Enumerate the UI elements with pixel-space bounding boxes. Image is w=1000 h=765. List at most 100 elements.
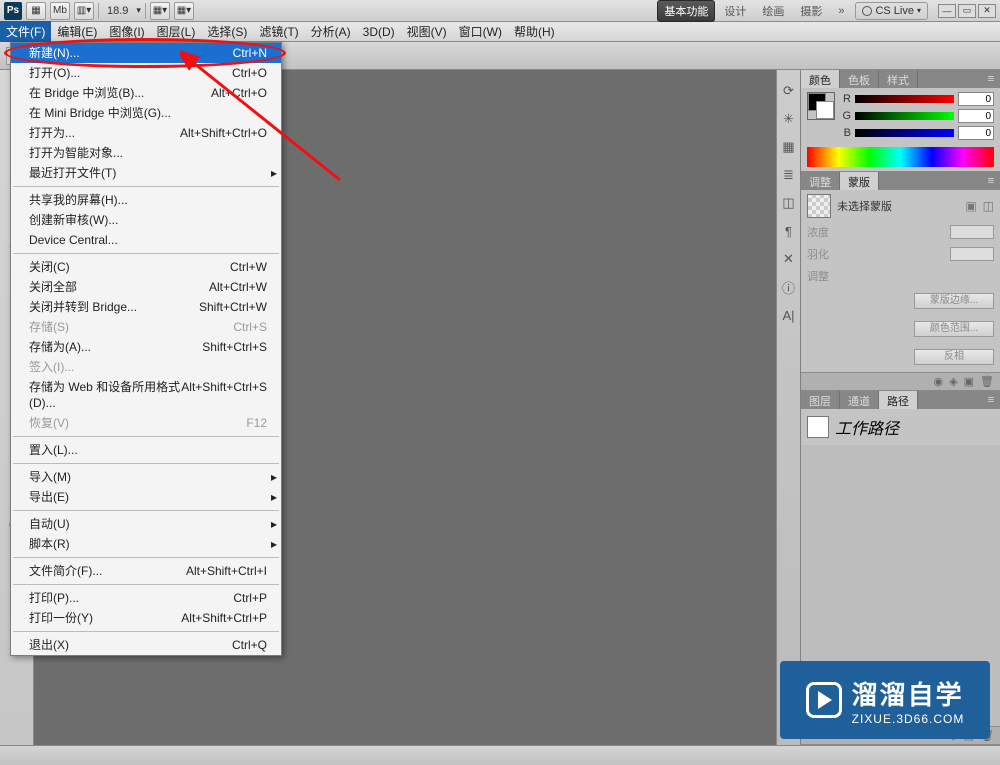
toolbar-button[interactable]: Mb bbox=[50, 2, 70, 20]
menu-item[interactable]: 共享我的屏幕(H)... bbox=[11, 190, 281, 210]
tab-color[interactable]: 颜色 bbox=[801, 70, 840, 88]
menu-file[interactable]: 文件(F) bbox=[0, 21, 51, 42]
footer-icon[interactable]: ▣ bbox=[964, 375, 974, 388]
menu-filter[interactable]: 滤镜(T) bbox=[253, 21, 304, 42]
color-spectrum[interactable] bbox=[807, 147, 994, 167]
tab-adjust[interactable]: 调整 bbox=[801, 172, 840, 190]
menu-view[interactable]: 视图(V) bbox=[401, 21, 453, 42]
color-panel: 颜色 色板 样式 ≡ R G B bbox=[801, 70, 1000, 172]
tab-styles[interactable]: 样式 bbox=[879, 70, 918, 88]
menu-item[interactable]: Device Central... bbox=[11, 230, 281, 250]
menu-item[interactable]: 签入(I)... bbox=[11, 357, 281, 377]
input-g[interactable] bbox=[958, 109, 994, 123]
dock-icon-tools[interactable]: ✕ bbox=[780, 250, 798, 268]
tab-paths[interactable]: 路径 bbox=[879, 391, 918, 409]
dock-icon-swatches[interactable]: ▦ bbox=[780, 138, 798, 156]
menu-item[interactable]: 导入(M)▸ bbox=[11, 467, 281, 487]
menu-layer[interactable]: 图层(L) bbox=[151, 21, 202, 42]
footer-icon[interactable]: ◈ bbox=[949, 375, 957, 388]
menu-analysis[interactable]: 分析(A) bbox=[305, 21, 357, 42]
panel-menu-icon[interactable]: ≡ bbox=[982, 70, 1000, 88]
menu-item[interactable]: 打开为智能对象... bbox=[11, 143, 281, 163]
menu-item[interactable]: 退出(X)Ctrl+Q bbox=[11, 635, 281, 655]
maximize-button[interactable]: ▭ bbox=[958, 4, 976, 18]
dock-icon-char[interactable]: A| bbox=[780, 306, 798, 324]
menu-item[interactable]: 创建新审核(W)... bbox=[11, 210, 281, 230]
menu-image[interactable]: 图像(I) bbox=[103, 21, 150, 42]
mask-edge-button[interactable]: 蒙版边缘... bbox=[914, 293, 994, 309]
dock-icon-history[interactable]: ⟳ bbox=[780, 82, 798, 100]
title-bar: Ps ▦ Mb ▥▾ 18.9▾ ▦▾ ▦▾ 基本功能 设计 绘画 摄影 » C… bbox=[0, 0, 1000, 22]
slider-r[interactable] bbox=[855, 95, 954, 103]
color-swatch[interactable] bbox=[807, 92, 835, 120]
menu-item[interactable]: 在 Bridge 中浏览(B)...Alt+Ctrl+O bbox=[11, 83, 281, 103]
dock-icon-layers[interactable]: ◫ bbox=[780, 194, 798, 212]
menu-item[interactable]: 置入(L)... bbox=[11, 440, 281, 460]
toolbar-button[interactable]: ▥▾ bbox=[74, 2, 94, 20]
input-b[interactable] bbox=[958, 126, 994, 140]
tab-layers[interactable]: 图层 bbox=[801, 391, 840, 409]
menu-select[interactable]: 选择(S) bbox=[201, 21, 253, 42]
panel-menu-icon[interactable]: ≡ bbox=[982, 172, 1000, 190]
menu-item[interactable]: 存储(S)Ctrl+S bbox=[11, 317, 281, 337]
channel-g-label: G bbox=[841, 110, 851, 122]
menu-item[interactable]: 脚本(R)▸ bbox=[11, 534, 281, 554]
tab-channels[interactable]: 通道 bbox=[840, 391, 879, 409]
feather-value[interactable] bbox=[950, 247, 994, 261]
invert-button[interactable]: 反相 bbox=[914, 349, 994, 365]
menu-window[interactable]: 窗口(W) bbox=[453, 21, 508, 42]
dock-icon-style[interactable]: ≣ bbox=[780, 166, 798, 184]
dock-icon-info[interactable]: ⓘ bbox=[780, 278, 798, 296]
menu-item[interactable]: 存储为(A)...Shift+Ctrl+S bbox=[11, 337, 281, 357]
tab-mask[interactable]: 蒙版 bbox=[840, 172, 879, 190]
slider-g[interactable] bbox=[855, 112, 954, 120]
workspace-tab[interactable]: 基本功能 bbox=[657, 0, 715, 22]
dock-icon-paragraph[interactable]: ¶ bbox=[780, 222, 798, 240]
workspace-more[interactable]: » bbox=[831, 2, 851, 20]
menu-item[interactable]: 存储为 Web 和设备所用格式(D)...Alt+Shift+Ctrl+S bbox=[11, 377, 281, 413]
footer-icon[interactable]: ◉ bbox=[934, 375, 944, 388]
menu-item[interactable]: 自动(U)▸ bbox=[11, 514, 281, 534]
workspace-tab[interactable]: 摄影 bbox=[793, 0, 829, 22]
panel-menu-icon[interactable]: ≡ bbox=[982, 391, 1000, 409]
cs-live-button[interactable]: CS Live▾ bbox=[855, 2, 928, 20]
dock-icon-brush[interactable]: ✳ bbox=[780, 110, 798, 128]
menu-help[interactable]: 帮助(H) bbox=[508, 21, 561, 42]
mask-panel: 调整 蒙版 ≡ 未选择蒙版 ▣◫ 浓度 羽化 调整 蒙版边缘... 颜色范围..… bbox=[801, 172, 1000, 391]
menu-item[interactable]: 新建(N)...Ctrl+N bbox=[11, 43, 281, 63]
collapsed-dock: ⟳ ✳ ▦ ≣ ◫ ¶ ✕ ⓘ A| bbox=[776, 70, 800, 745]
menu-edit[interactable]: 编辑(E) bbox=[51, 21, 103, 42]
color-range-button[interactable]: 颜色范围... bbox=[914, 321, 994, 337]
menu-item[interactable]: 导出(E)▸ bbox=[11, 487, 281, 507]
tab-swatches[interactable]: 色板 bbox=[840, 70, 879, 88]
toolbar-button[interactable]: ▦ bbox=[26, 2, 46, 20]
menu-item[interactable]: 关闭(C)Ctrl+W bbox=[11, 257, 281, 277]
slider-b[interactable] bbox=[855, 129, 954, 137]
menu-item[interactable]: 关闭全部Alt+Ctrl+W bbox=[11, 277, 281, 297]
toolbar-button[interactable]: ▦▾ bbox=[174, 2, 194, 20]
path-item[interactable]: 工作路径 bbox=[801, 409, 1000, 445]
menu-item[interactable]: 恢复(V)F12 bbox=[11, 413, 281, 433]
close-button[interactable]: ✕ bbox=[978, 4, 996, 18]
menu-item[interactable]: 文件简介(F)...Alt+Shift+Ctrl+I bbox=[11, 561, 281, 581]
menu-item[interactable]: 最近打开文件(T)▸ bbox=[11, 163, 281, 183]
workspace-tab[interactable]: 绘画 bbox=[755, 0, 791, 22]
vector-mask-icon[interactable]: ◫ bbox=[983, 199, 994, 213]
menu-item[interactable]: 打开为...Alt+Shift+Ctrl+O bbox=[11, 123, 281, 143]
toolbar-button[interactable]: ▦▾ bbox=[150, 2, 170, 20]
pixel-mask-icon[interactable]: ▣ bbox=[965, 199, 976, 213]
adjust-label: 调整 bbox=[807, 268, 829, 284]
workspace-tab[interactable]: 设计 bbox=[717, 0, 753, 22]
input-r[interactable] bbox=[958, 92, 994, 106]
density-value[interactable] bbox=[950, 225, 994, 239]
menu-item[interactable]: 打印一份(Y)Alt+Shift+Ctrl+P bbox=[11, 608, 281, 628]
menu-item[interactable]: 关闭并转到 Bridge...Shift+Ctrl+W bbox=[11, 297, 281, 317]
channel-r-label: R bbox=[841, 93, 851, 105]
menu-item[interactable]: 打印(P)...Ctrl+P bbox=[11, 588, 281, 608]
minimize-button[interactable]: — bbox=[938, 4, 956, 18]
menu-3d[interactable]: 3D(D) bbox=[357, 23, 401, 41]
zoom-value[interactable]: 18.9 bbox=[103, 5, 132, 17]
trash-icon[interactable]: 🗑 bbox=[980, 375, 994, 388]
menu-item[interactable]: 打开(O)...Ctrl+O bbox=[11, 63, 281, 83]
menu-item[interactable]: 在 Mini Bridge 中浏览(G)... bbox=[11, 103, 281, 123]
